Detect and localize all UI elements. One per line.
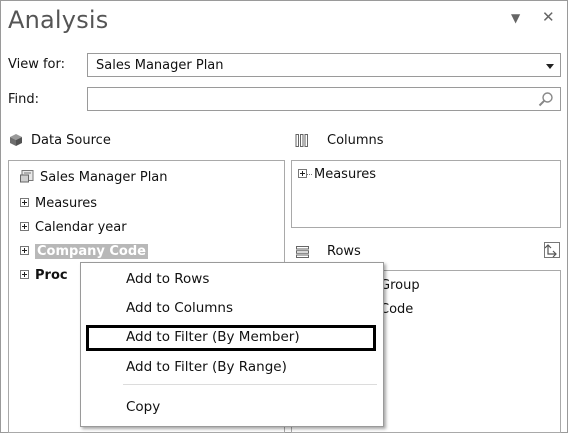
- tree-root-label: Sales Manager Plan: [40, 170, 168, 185]
- find-input[interactable]: [87, 87, 561, 111]
- expand-icon[interactable]: [20, 198, 29, 207]
- swap-axes-icon[interactable]: [544, 242, 560, 258]
- rows-header: Rows: [327, 244, 361, 259]
- tree-item-label: Company Code: [35, 244, 148, 259]
- expand-icon[interactable]: [20, 270, 29, 279]
- expand-icon[interactable]: [298, 169, 307, 178]
- expand-icon[interactable]: [20, 246, 29, 255]
- chevron-down-icon[interactable]: [546, 64, 554, 69]
- tree-item-company-code[interactable]: Company Code: [20, 244, 148, 259]
- find-label: Find:: [8, 92, 40, 107]
- tree-item-calendar-year[interactable]: Calendar year: [20, 220, 127, 235]
- columns-header: Columns: [327, 133, 384, 148]
- pane-dropdown-icon[interactable]: ▼: [511, 11, 520, 25]
- database-icon: [20, 170, 34, 183]
- columns-panel: Measures: [291, 160, 561, 228]
- close-icon[interactable]: ✕: [542, 8, 555, 26]
- tree-root[interactable]: Sales Manager Plan: [20, 170, 168, 185]
- view-for-select[interactable]: Sales Manager Plan: [87, 53, 561, 77]
- columns-icon: [295, 134, 308, 147]
- rows-icon: [296, 246, 309, 258]
- menu-item-add-to-rows[interactable]: Add to Rows: [126, 271, 209, 287]
- tree-item-label: Calendar year: [35, 220, 127, 235]
- columns-item-label: Measures: [314, 167, 377, 182]
- cube-icon: [10, 134, 22, 146]
- context-menu: Add to Rows Add to Columns Add to Filter…: [80, 262, 384, 427]
- menu-item-add-to-filter-by-member[interactable]: Add to Filter (By Member): [126, 329, 300, 345]
- rows-item-code[interactable]: Code: [380, 302, 413, 317]
- columns-item-measures[interactable]: Measures: [298, 167, 376, 182]
- expand-icon[interactable]: [20, 222, 29, 231]
- tree-item-label: Measures: [35, 196, 98, 211]
- data-source-header: Data Source: [31, 133, 111, 148]
- menu-item-add-to-filter-by-range[interactable]: Add to Filter (By Range): [126, 359, 287, 375]
- menu-item-add-to-columns[interactable]: Add to Columns: [126, 300, 233, 316]
- tree-item-label: Proc: [35, 268, 68, 283]
- pane-title: Analysis: [8, 6, 109, 34]
- search-icon[interactable]: [538, 91, 554, 107]
- view-for-label: View for:: [8, 57, 66, 72]
- menu-item-copy[interactable]: Copy: [126, 399, 160, 415]
- view-for-value: Sales Manager Plan: [96, 58, 224, 73]
- tree-item-measures[interactable]: Measures: [20, 196, 97, 211]
- tree-item-proc[interactable]: Proc: [20, 268, 68, 283]
- menu-separator: [123, 384, 377, 385]
- rows-item-group[interactable]: Group: [380, 278, 420, 293]
